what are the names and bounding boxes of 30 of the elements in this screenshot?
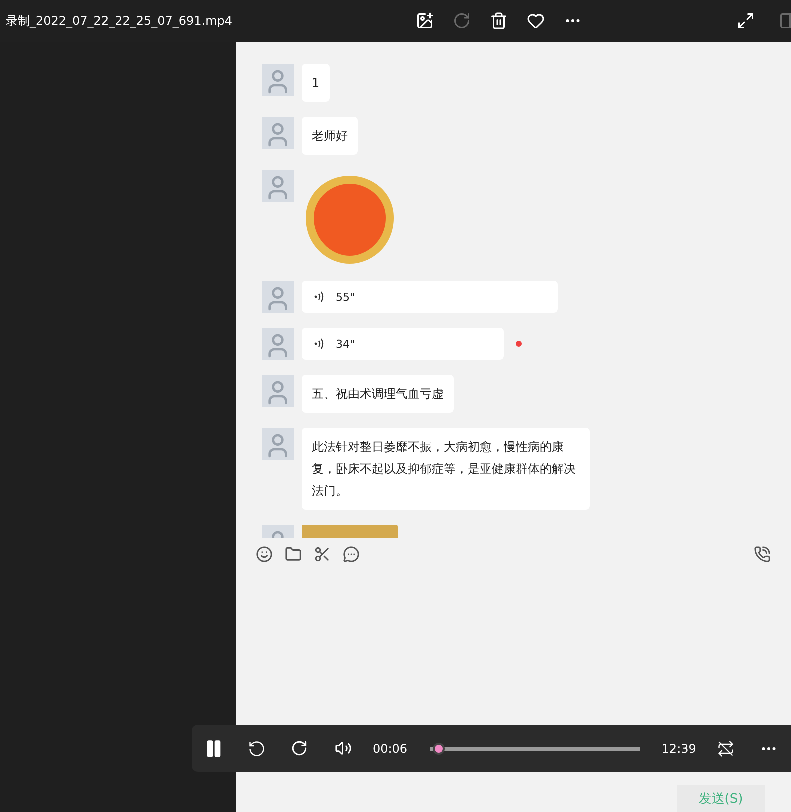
duration-time: 12:39 [660,742,698,756]
avatar-placeholder [262,281,294,313]
sound-wave-icon [314,338,324,350]
avatar-placeholder [262,375,294,407]
avatar-placeholder [262,117,294,149]
avatar-placeholder [262,428,294,460]
delete-icon[interactable] [490,12,508,30]
voice-message[interactable]: 55" [302,281,558,313]
folder-icon[interactable] [285,546,302,562]
avatar-placeholder [262,328,294,360]
voice-duration: 34" [336,338,356,350]
message-text: 五、祝由术调理气血亏虚 [302,375,454,413]
window-title: 录制_2022_07_22_22_25_07_691.mp4 [5,12,234,30]
phone-icon[interactable] [754,546,771,562]
message-text: 此法针对整日萎靡不振，大病初愈，慢性病的康复，卧床不起以及抑郁症等，是亚健康群体的解决法门。 [302,428,590,510]
seek-thumb[interactable] [433,742,446,754]
message-text: 1 [302,64,330,102]
scissors-icon[interactable] [314,546,331,562]
emoji-icon[interactable] [256,546,273,562]
heart-icon[interactable] [527,12,545,30]
sound-wave-icon [314,291,324,303]
avatar-placeholder [262,170,294,202]
edit-image-icon[interactable] [416,12,434,30]
elapsed-time: 00:06 [372,742,409,756]
chat-icon[interactable] [343,546,360,562]
fullscreen-icon[interactable] [737,12,755,30]
message-text: 老师好 [302,117,358,155]
voice-duration: 55" [336,290,356,304]
avatar-placeholder [262,64,294,96]
voice-message[interactable]: 34" [302,328,504,360]
